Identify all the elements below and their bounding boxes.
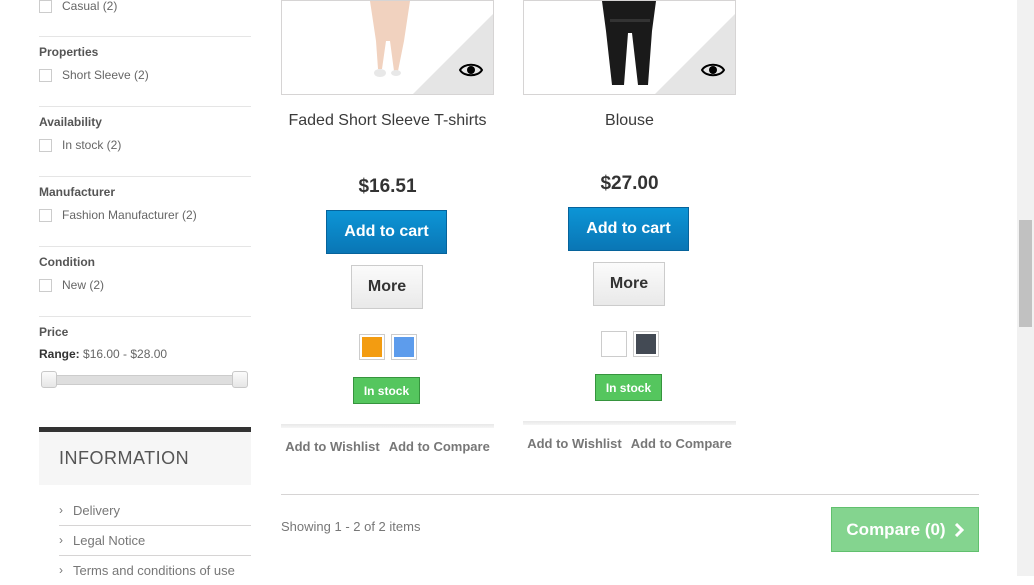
more-button[interactable]: More [351,265,423,309]
color-swatches [523,331,736,357]
information-title: INFORMATION [59,448,190,468]
color-swatch[interactable] [358,334,385,360]
information-header: INFORMATION [39,427,251,485]
filter-group-manufacturer: Manufacturer Fashion Manufacturer (2) [39,176,251,247]
eye-icon[interactable] [459,62,483,78]
compare-button[interactable]: Compare (0) [831,507,979,552]
more-button[interactable]: More [593,262,665,306]
product-name[interactable]: Blouse [523,109,736,132]
chevron-right-icon [954,522,964,537]
price-range-text: Range: $16.00 - $28.00 [39,347,167,361]
filter-option-casual[interactable]: Casual (2) [39,0,117,14]
filter-group-title: Manufacturer [39,185,116,199]
product-image[interactable] [281,0,494,95]
price-slider-track[interactable] [44,375,243,385]
add-to-compare-link[interactable]: Add to Compare [389,439,490,454]
add-to-wishlist-link[interactable]: Add to Wishlist [527,436,622,451]
filter-option-label: Casual (2) [62,0,118,13]
stock-badge: In stock [595,374,662,401]
add-to-wishlist-link[interactable]: Add to Wishlist [285,439,380,454]
add-to-cart-button[interactable]: Add to cart [326,210,447,254]
filter-option-label: Fashion Manufacturer (2) [62,208,197,222]
bottom-divider [281,494,979,495]
color-swatches [281,334,494,360]
quick-view-corner [413,14,493,94]
filter-group-title: Condition [39,255,95,269]
scrollbar-thumb[interactable] [1019,220,1032,327]
color-swatch[interactable] [390,334,417,360]
filter-option-fashion-manufacturer[interactable]: Fashion Manufacturer (2) [39,207,197,223]
product-functional-links: Add to Wishlist Add to Compare [281,439,494,454]
product-price: $27.00 [600,173,659,194]
filter-group-title: Properties [39,45,99,59]
product-name[interactable]: Faded Short Sleeve T-shirts [281,109,494,132]
info-link-terms[interactable]: › Terms and conditions of use [59,555,251,585]
filter-group-availability: Availability In stock (2) [39,106,251,177]
add-to-compare-link[interactable]: Add to Compare [631,436,732,451]
checkbox[interactable] [39,208,52,222]
filter-option-new[interactable]: New (2) [39,277,104,293]
price-range-value: $16.00 - $28.00 [83,347,168,361]
eye-icon[interactable] [701,62,725,78]
info-link-legal-notice[interactable]: › Legal Notice [59,525,251,556]
product-count-text: Showing 1 - 2 of 2 items [281,519,421,534]
stock-badge: In stock [353,377,420,404]
filter-group-title: Price [39,325,69,339]
chevron-right-icon: › [59,503,63,517]
product-functional-links: Add to Wishlist Add to Compare [523,436,736,451]
price-range-label: Range: [39,347,80,361]
product-image[interactable] [523,0,736,95]
info-link-label: Terms and conditions of use [73,562,235,578]
card-divider [281,424,494,428]
info-link-label: Delivery [73,502,120,518]
filter-group-properties: Properties Short Sleeve (2) [39,36,251,107]
checkbox[interactable] [39,68,52,82]
price-slider-min-handle[interactable] [41,371,57,388]
page-scrollbar[interactable] [1017,0,1034,576]
product-price: $16.51 [358,176,417,197]
quick-view-corner [655,14,735,94]
filter-option-label: Short Sleeve (2) [62,68,149,82]
chevron-right-icon: › [59,563,63,577]
info-link-delivery[interactable]: › Delivery [59,495,251,526]
price-slider-max-handle[interactable] [232,371,248,388]
filter-group-condition: Condition New (2) [39,246,251,317]
filter-group-title: Availability [39,115,102,129]
checkbox[interactable] [39,138,52,152]
compare-button-label: Compare (0) [846,519,946,539]
filter-option-in-stock[interactable]: In stock (2) [39,137,121,153]
color-swatch[interactable] [632,331,659,357]
card-divider [523,421,736,425]
filter-option-label: In stock (2) [62,138,122,152]
filter-option-label: New (2) [62,278,105,292]
checkbox[interactable] [39,0,52,13]
color-swatch[interactable] [600,331,627,357]
filter-option-short-sleeve[interactable]: Short Sleeve (2) [39,67,149,83]
information-block: INFORMATION › Delivery › Legal Notice › … [39,427,251,578]
chevron-right-icon: › [59,533,63,547]
checkbox[interactable] [39,278,52,292]
info-link-label: Legal Notice [73,532,146,548]
add-to-cart-button[interactable]: Add to cart [568,207,689,251]
